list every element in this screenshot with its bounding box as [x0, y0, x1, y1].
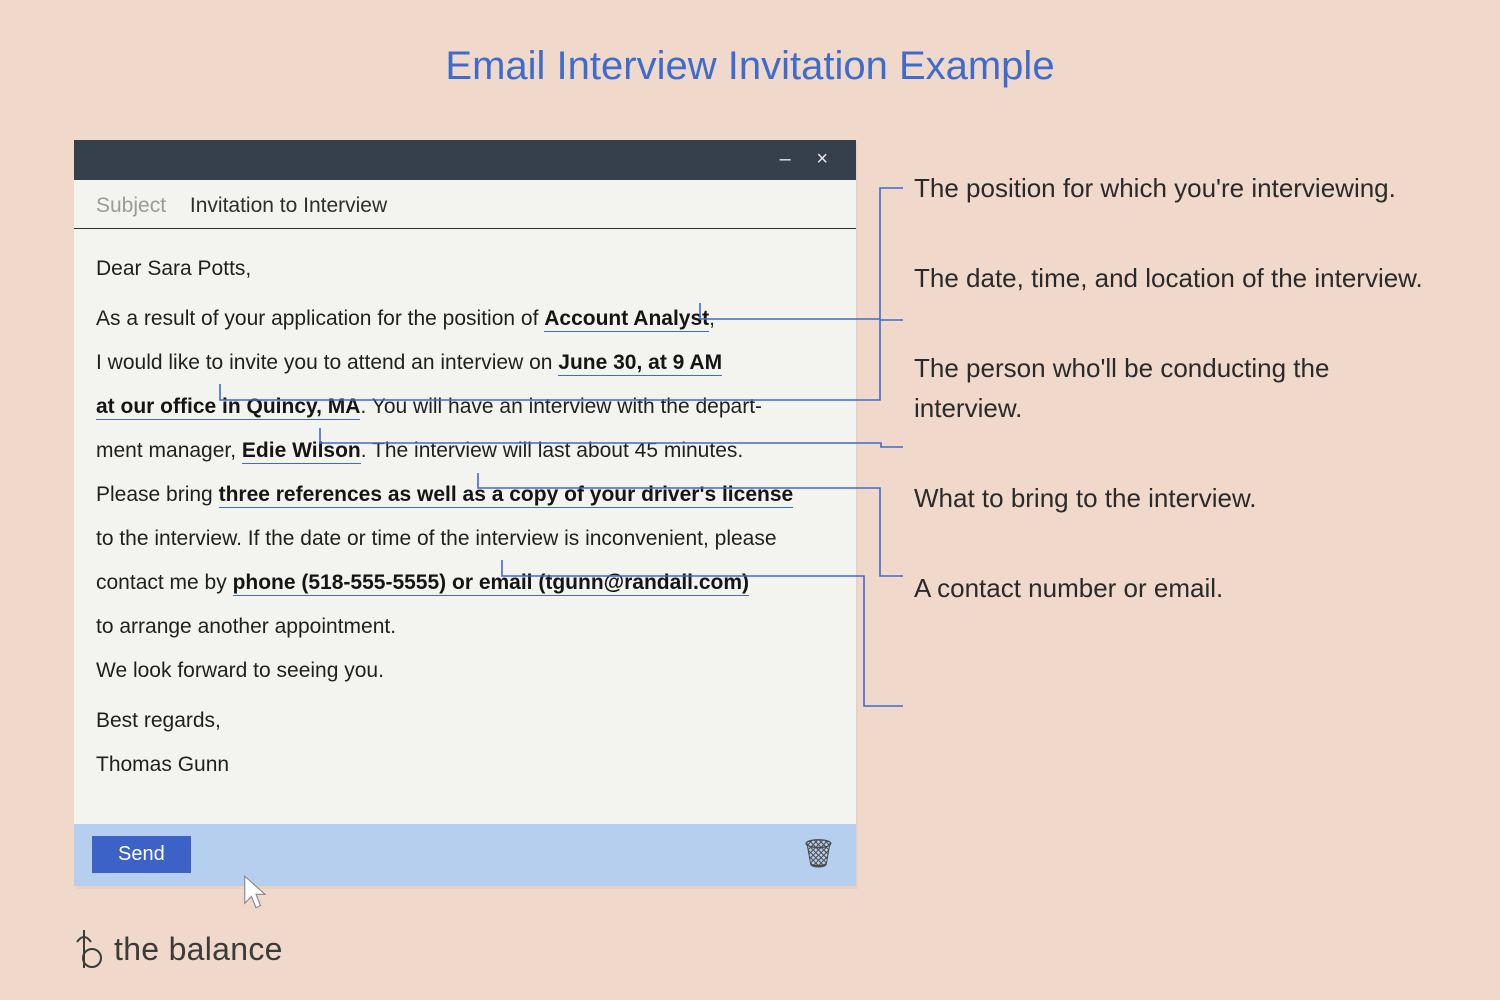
send-button[interactable]: Send	[92, 836, 191, 873]
line-6: to the interview. If the date or time of…	[96, 517, 834, 561]
highlight-position: Account Analyst	[544, 307, 709, 332]
closing-2: Thomas Gunn	[96, 743, 834, 787]
callout-position: The position for which you're interviewi…	[914, 168, 1434, 208]
cursor-icon	[242, 874, 270, 910]
subject-label: Subject	[96, 194, 166, 217]
line-7a: contact me by	[96, 571, 233, 594]
callouts: The position for which you're interviewi…	[914, 168, 1434, 658]
highlight-person: Edie Wilson	[242, 439, 361, 464]
brand: the balance	[74, 928, 283, 970]
line-3b: . You will have an interview with the de…	[360, 395, 762, 418]
line-1a: As a result of your application for the …	[96, 307, 544, 330]
subject-row: Subject Invitation to Interview	[74, 180, 856, 229]
highlight-datetime-1: June 30, at 9 AM	[558, 351, 722, 376]
minimize-icon[interactable]: –	[780, 148, 801, 170]
highlight-bring: three references as well as a copy of yo…	[219, 483, 794, 508]
callout-datetime: The date, time, and location of the inte…	[914, 258, 1434, 298]
email-window: – × Subject Invitation to Interview Dear…	[74, 140, 856, 886]
callout-contact: A contact number or email.	[914, 568, 1434, 608]
page-title: Email Interview Invitation Example	[0, 44, 1500, 89]
line-1c: ,	[709, 307, 715, 330]
line-9: We look forward to seeing you.	[96, 649, 834, 693]
line-4a: ment manager,	[96, 439, 242, 462]
email-body: Dear Sara Potts, As a result of your app…	[74, 229, 856, 817]
trash-icon[interactable]: 🗑	[800, 837, 836, 870]
close-icon[interactable]: ×	[816, 148, 838, 170]
window-title-bar: – ×	[74, 140, 856, 180]
callout-person: The person who'll be conducting the inte…	[914, 348, 1434, 428]
line-8: to arrange another appointment.	[96, 605, 834, 649]
line-2a: I would like to invite you to attend an …	[96, 351, 558, 374]
line-4c: . The interview will last about 45 minut…	[361, 439, 743, 462]
highlight-datetime-2: at our office in Quincy, MA	[96, 395, 360, 420]
callout-bring: What to bring to the interview.	[914, 478, 1434, 518]
highlight-contact: phone (518-555-5555) or email (tgunn@ran…	[233, 571, 749, 596]
line-greeting: Dear Sara Potts,	[96, 247, 834, 291]
subject-value: Invitation to Interview	[190, 194, 387, 217]
closing-1: Best regards,	[96, 699, 834, 743]
email-footer: Send 🗑	[74, 824, 856, 886]
brand-text: the balance	[114, 931, 283, 968]
line-5a: Please bring	[96, 483, 219, 506]
brand-logo-icon	[74, 928, 104, 970]
